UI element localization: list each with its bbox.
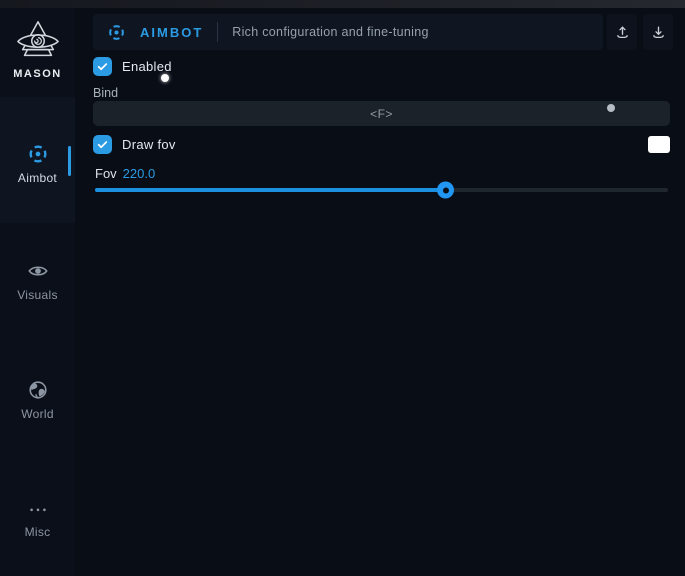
sidebar-item-world[interactable]: World xyxy=(0,379,75,421)
globe-icon xyxy=(27,379,49,401)
fov-slider-thumb[interactable] xyxy=(437,182,454,199)
draw-fov-label: Draw fov xyxy=(122,137,176,152)
enabled-checkbox[interactable] xyxy=(93,57,112,76)
section-title: AIMBOT xyxy=(140,25,203,40)
mason-eye-pyramid-icon xyxy=(15,18,61,64)
fov-value: 220.0 xyxy=(123,166,156,181)
sidebar: MASON Aimbot Visuals World Misc xyxy=(0,8,75,576)
header-divider xyxy=(217,22,218,42)
eye-icon xyxy=(27,260,49,282)
sidebar-item-label: Misc xyxy=(0,525,75,539)
bind-keybind-field[interactable]: <F> xyxy=(93,101,670,126)
download-icon xyxy=(650,24,667,41)
enabled-row: Enabled xyxy=(93,57,172,76)
fov-slider-fill xyxy=(95,188,445,192)
draw-fov-color-swatch[interactable] xyxy=(648,136,670,153)
sidebar-item-misc[interactable]: Misc xyxy=(0,497,75,539)
bind-field-dot xyxy=(607,104,615,112)
fov-label: Fov xyxy=(95,166,117,181)
draw-fov-checkbox[interactable] xyxy=(93,135,112,154)
upload-icon xyxy=(614,24,631,41)
import-config-button[interactable] xyxy=(643,14,673,50)
fov-label-row: Fov 220.0 xyxy=(95,166,155,181)
enabled-label: Enabled xyxy=(122,59,172,74)
sidebar-item-label: Visuals xyxy=(0,288,75,302)
logo-text: MASON xyxy=(0,68,75,80)
crosshair-icon xyxy=(107,23,126,42)
check-icon xyxy=(96,60,109,73)
section-subtitle: Rich configuration and fine-tuning xyxy=(232,25,428,39)
export-config-button[interactable] xyxy=(607,14,637,50)
bind-label: Bind xyxy=(93,86,118,100)
section-header: AIMBOT Rich configuration and fine-tunin… xyxy=(93,14,603,50)
draw-fov-row: Draw fov xyxy=(93,135,176,154)
sidebar-item-label: World xyxy=(0,407,75,421)
ellipsis-icon xyxy=(27,497,49,519)
check-icon xyxy=(96,138,109,151)
app-logo: MASON xyxy=(0,18,75,80)
sidebar-item-aimbot[interactable]: Aimbot xyxy=(0,97,75,223)
sidebar-item-label: Aimbot xyxy=(0,171,75,185)
sidebar-item-visuals[interactable]: Visuals xyxy=(0,260,75,302)
fov-slider[interactable] xyxy=(95,182,668,198)
window-top-strip xyxy=(0,0,685,8)
active-tab-indicator xyxy=(68,146,71,176)
crosshair-icon xyxy=(27,143,49,165)
